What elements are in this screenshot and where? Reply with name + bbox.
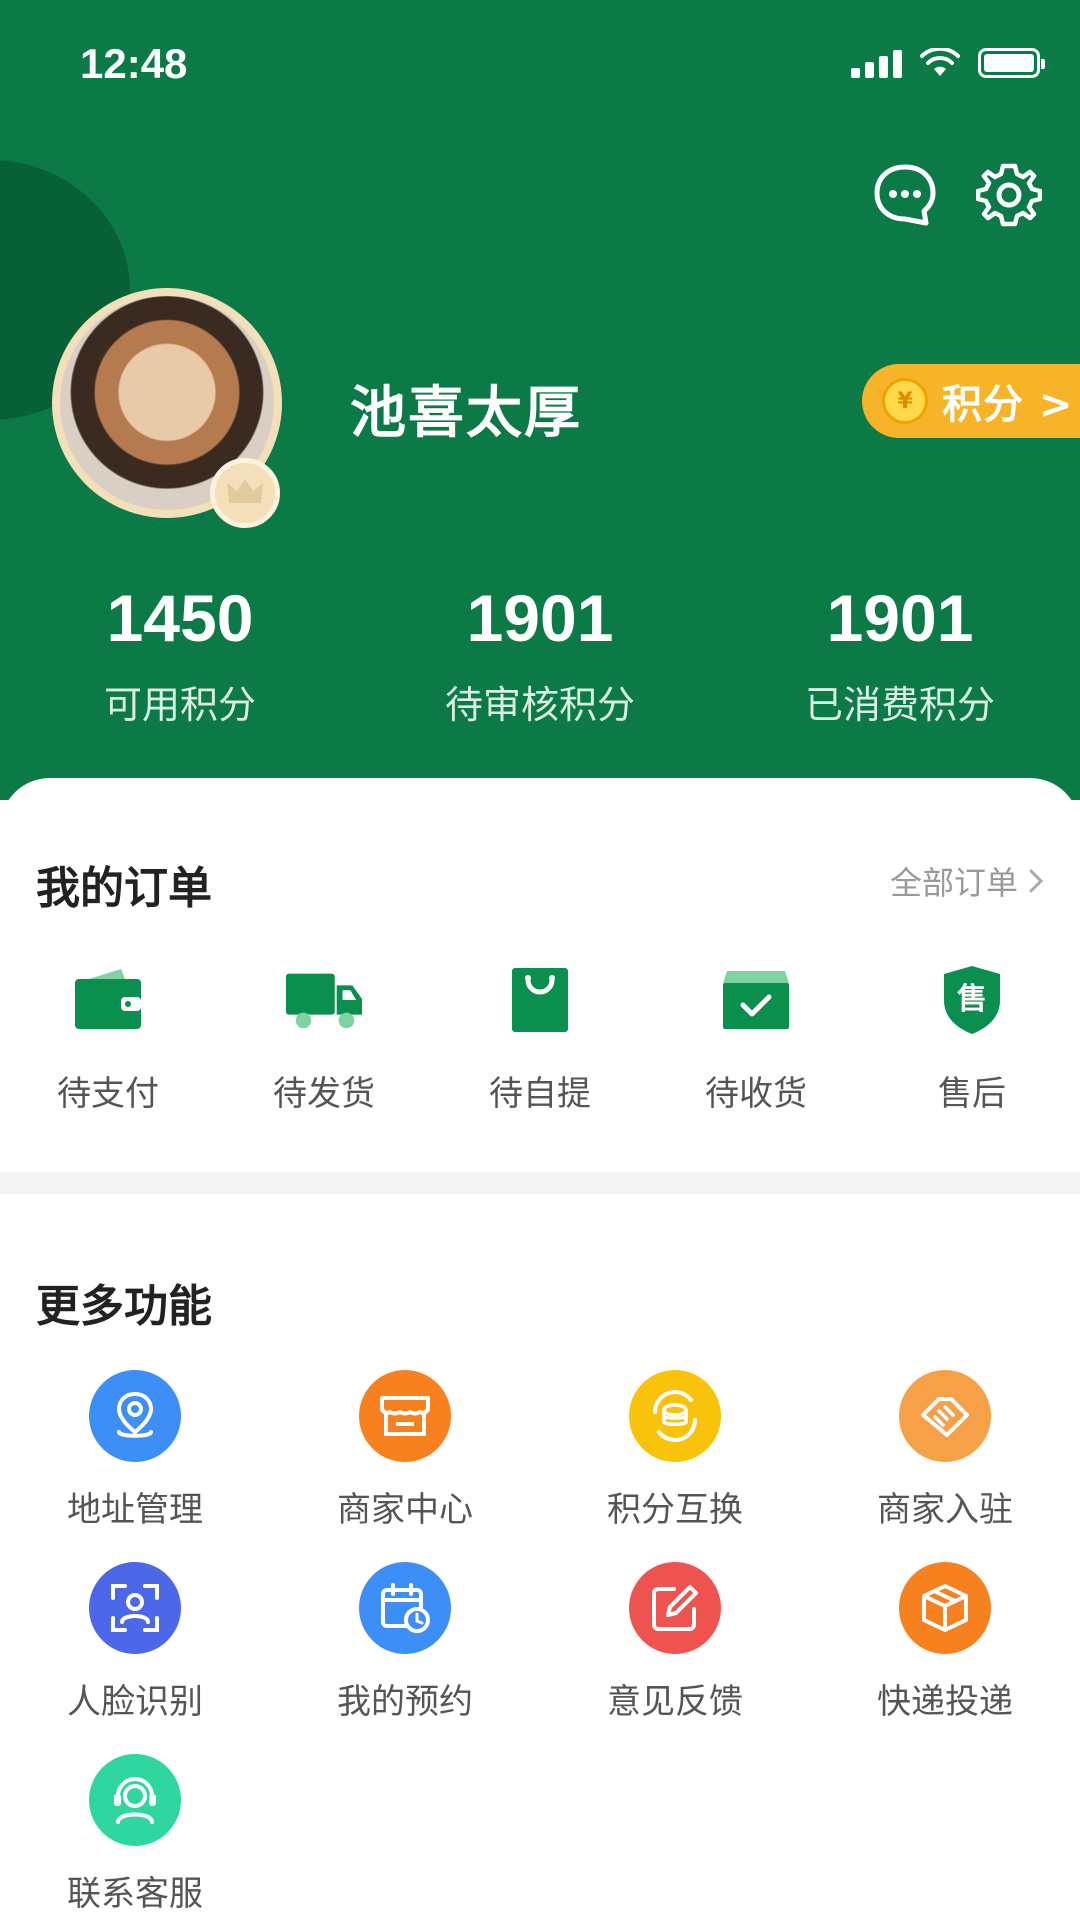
username: 池喜太厚 <box>350 381 582 446</box>
feature-label: 意见反馈 <box>607 1682 743 1722</box>
calendar-clock-icon <box>359 1562 451 1654</box>
wallet-icon <box>68 960 148 1040</box>
feature-label: 联系客服 <box>67 1874 203 1914</box>
feature-label: 人脸识别 <box>67 1682 203 1722</box>
feature-points-exchange[interactable]: 积分互换 <box>540 1370 810 1531</box>
handshake-icon <box>899 1370 991 1462</box>
feature-face-recognition[interactable]: 人脸识别 <box>0 1562 270 1723</box>
points-button-label: 积分 > <box>942 382 1074 428</box>
order-pending-payment[interactable]: 待支付 <box>0 960 216 1115</box>
feature-my-appointments[interactable]: 我的预约 <box>270 1562 540 1723</box>
stat-label: 待审核积分 <box>444 683 635 727</box>
status-time: 12:48 <box>80 40 188 87</box>
edit-icon <box>629 1562 721 1654</box>
orders-title: 我的订单 <box>36 863 212 914</box>
order-label: 待收货 <box>705 1074 807 1114</box>
order-after-sales[interactable]: 售 售后 <box>864 960 1080 1115</box>
truck-icon <box>284 960 364 1040</box>
store-icon <box>359 1370 451 1462</box>
headset-icon <box>89 1754 181 1846</box>
box-check-icon <box>716 960 796 1040</box>
profile-header: 12:48 池喜太厚 ¥ 积分 > 1450 可用积分 1901 待审核积分 1… <box>0 0 1080 800</box>
gear-icon[interactable] <box>976 162 1042 228</box>
feature-customer-service[interactable]: 联系客服 <box>0 1754 270 1915</box>
feature-label: 地址管理 <box>67 1490 203 1530</box>
orders-card: 我的订单 全部订单 待支付 待发货 待自提 待收货 售 售后 <box>0 778 1080 1172</box>
message-icon[interactable] <box>872 162 938 228</box>
feature-label: 商家中心 <box>337 1490 473 1530</box>
svg-text:售: 售 <box>957 982 987 1017</box>
crown-icon <box>210 458 280 528</box>
battery-icon <box>978 48 1045 78</box>
signal-icon <box>851 48 902 78</box>
order-label: 售后 <box>938 1074 1006 1114</box>
status-icons <box>851 48 1045 78</box>
stat-label: 已消费积分 <box>804 683 995 727</box>
face-id-icon <box>89 1562 181 1654</box>
stat-value: 1901 <box>826 581 974 655</box>
chevron-right-icon <box>1029 869 1044 893</box>
feature-feedback[interactable]: 意见反馈 <box>540 1562 810 1723</box>
feature-merchant-center[interactable]: 商家中心 <box>270 1370 540 1531</box>
feature-merchant-join[interactable]: 商家入驻 <box>810 1370 1080 1531</box>
feature-label: 我的预约 <box>337 1682 473 1722</box>
order-pending-shipment[interactable]: 待发货 <box>216 960 432 1115</box>
coin-exchange-icon <box>629 1370 721 1462</box>
order-status-row: 待支付 待发货 待自提 待收货 售 售后 <box>0 960 1080 1115</box>
location-pin-icon <box>89 1370 181 1462</box>
stat-label: 可用积分 <box>103 683 256 727</box>
all-orders-link[interactable]: 全部订单 <box>890 858 1044 904</box>
feature-address[interactable]: 地址管理 <box>0 1370 270 1531</box>
order-label: 待发货 <box>273 1074 375 1114</box>
feature-label: 快递投递 <box>877 1682 1013 1722</box>
order-label: 待支付 <box>57 1074 159 1114</box>
points-stats: 1450 可用积分 1901 待审核积分 1901 已消费积分 <box>0 580 1080 729</box>
points-button[interactable]: ¥ 积分 > <box>862 364 1080 438</box>
stat-value: 1901 <box>466 581 614 655</box>
feature-label: 商家入驻 <box>877 1490 1013 1530</box>
stat-pending[interactable]: 1901 待审核积分 <box>360 580 720 729</box>
shopping-bag-icon <box>500 960 580 1040</box>
feature-express-delivery[interactable]: 快递投递 <box>810 1562 1080 1723</box>
feature-label: 积分互换 <box>607 1490 743 1530</box>
order-pending-pickup[interactable]: 待自提 <box>432 960 648 1115</box>
stat-value: 1450 <box>106 581 254 655</box>
features-title: 更多功能 <box>36 1281 212 1332</box>
order-label: 待自提 <box>489 1074 591 1114</box>
stat-available[interactable]: 1450 可用积分 <box>0 580 360 729</box>
all-orders-label: 全部订单 <box>889 864 1018 902</box>
section-divider <box>0 1172 1080 1194</box>
coin-icon: ¥ <box>882 378 928 424</box>
stat-consumed[interactable]: 1901 已消费积分 <box>720 580 1080 729</box>
wifi-icon <box>920 48 960 76</box>
shield-service-icon: 售 <box>932 960 1012 1040</box>
package-icon <box>899 1562 991 1654</box>
order-pending-receipt[interactable]: 待收货 <box>648 960 864 1115</box>
